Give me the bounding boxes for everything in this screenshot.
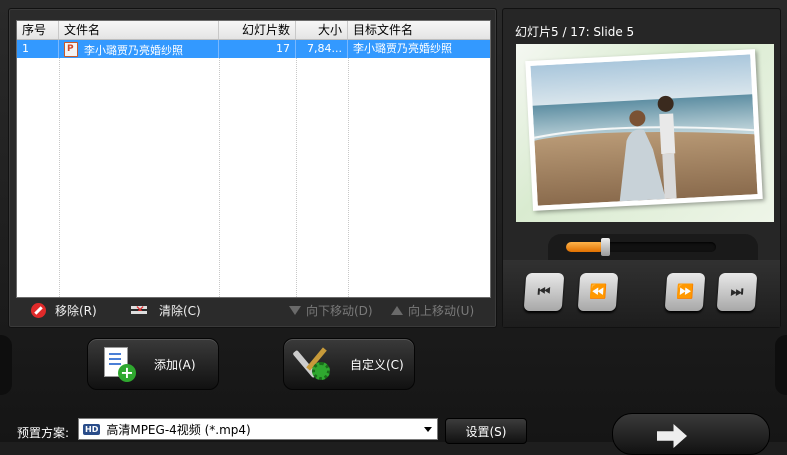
cell-index: 1 [17,40,59,58]
slide-photo [525,49,763,211]
skip-to-end-button[interactable]: ⏭ [716,273,758,311]
fast-forward-button[interactable]: ⏩ [664,273,706,311]
slide-counter: 幻灯片5 / 17: Slide 5 [515,25,635,39]
cell-name: 李小璐贾乃亮婚纱照 [59,40,219,58]
table-header: 序号 文件名 幻灯片数 大小 目标文件名 [17,21,490,40]
column-header-index[interactable]: 序号 [17,21,59,39]
rewind-button[interactable]: ⏪ [577,273,619,311]
settings-button[interactable]: 设置(S) [445,418,527,444]
column-header-size[interactable]: 大小 [296,21,348,39]
preview-panel: 幻灯片5 / 17: Slide 5 ⏮ ⏪ ⏩ ⏭ [502,8,781,328]
tools-icon [292,344,334,384]
column-header-target[interactable]: 目标文件名 [348,21,490,39]
beach-couple-image [530,54,758,206]
skip-to-end-icon: ⏭ [730,284,744,300]
cell-slides: 17 [219,40,296,58]
left-edge-tab [0,335,12,395]
slide-preview [516,44,774,222]
preset-value: 高清MPEG-4视频 (*.mp4) [106,422,251,437]
move-up-label: 向上移动(U) [408,303,475,318]
list-action-bar: 移除(R) ✕ 清除(C) 向下移动(D) 向上移动(U) [9,297,496,323]
cell-size: 7,84... [296,40,348,58]
convert-button[interactable] [612,413,770,455]
move-down-button[interactable]: 向下移动(D) [289,297,373,323]
preset-row: 预置方案: HD 高清MPEG-4视频 (*.mp4) 设置(S) [10,415,540,444]
add-file-icon: + [98,344,138,384]
clear-button[interactable]: ✕ 清除(C) [131,297,201,323]
column-grid-lines [17,58,490,297]
seek-progress [566,242,605,252]
arrow-up-icon [391,305,403,315]
chevron-down-icon[interactable] [424,427,432,432]
seek-slider[interactable] [566,238,716,256]
arrow-down-icon [289,305,301,315]
column-header-name[interactable]: 文件名 [59,21,219,39]
column-header-slides[interactable]: 幻灯片数 [219,21,296,39]
player-controls: ⏮ ⏪ ⏩ ⏭ [503,260,780,327]
custom-button[interactable]: 自定义(C) [283,338,415,390]
clear-icon: ✕ [131,303,147,317]
file-list-panel: 序号 文件名 幻灯片数 大小 目标文件名 1 李小璐贾乃亮婚纱照 17 7,84… [8,8,497,328]
skip-to-start-icon: ⏮ [537,284,551,300]
table-row[interactable]: 1 李小璐贾乃亮婚纱照 17 7,84... 李小璐贾乃亮婚纱照 [17,40,490,58]
clear-label: 清除(C) [159,303,201,318]
rewind-icon: ⏪ [588,284,608,300]
remove-button[interactable]: 移除(R) [31,297,97,323]
hd-badge-icon: HD [83,423,101,435]
fast-forward-icon: ⏩ [675,284,695,300]
remove-label: 移除(R) [55,303,97,318]
powerpoint-file-icon [64,42,78,57]
add-button[interactable]: + 添加(A) [87,338,219,390]
remove-icon [31,302,46,318]
seek-area [548,234,758,260]
skip-to-start-button[interactable]: ⏮ [523,273,565,311]
right-edge-tab [775,335,787,395]
custom-label: 自定义(C) [350,357,404,372]
cell-name-text: 李小璐贾乃亮婚纱照 [84,44,183,57]
file-table: 序号 文件名 幻灯片数 大小 目标文件名 1 李小璐贾乃亮婚纱照 17 7,84… [16,20,491,298]
app-window: 序号 文件名 幻灯片数 大小 目标文件名 1 李小璐贾乃亮婚纱照 17 7,84… [0,0,787,455]
move-up-button[interactable]: 向上移动(U) [391,297,474,323]
move-down-label: 向下移动(D) [306,303,373,318]
add-label: 添加(A) [154,357,196,372]
preset-label: 预置方案: [17,426,70,440]
cell-target: 李小璐贾乃亮婚纱照 [353,42,452,55]
seek-handle[interactable] [601,238,610,256]
preset-dropdown[interactable]: HD 高清MPEG-4视频 (*.mp4) [78,418,438,440]
arrow-right-icon [657,424,687,448]
